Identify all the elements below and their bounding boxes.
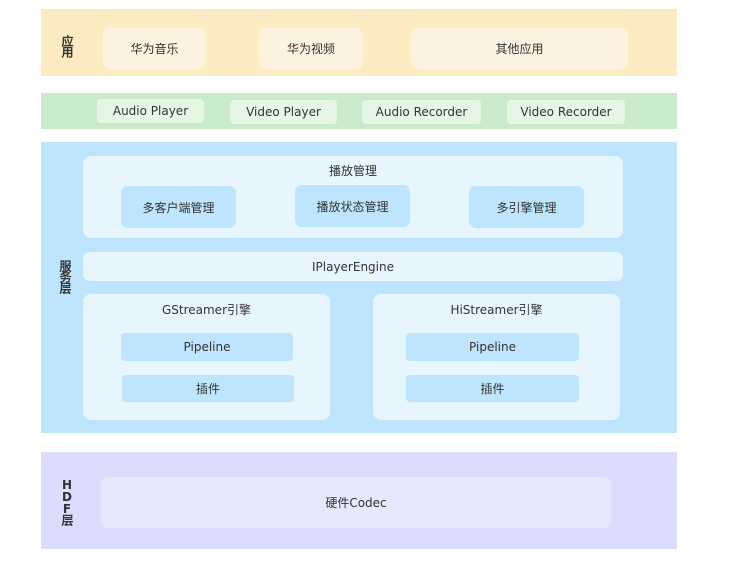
video-player-box: Video Player (230, 100, 337, 124)
app-huawei-music: 华为音乐 (103, 28, 206, 69)
gstreamer-engine-panel: GStreamer引擎 Pipeline 插件 (83, 294, 330, 420)
hdf-layer-label: HDF层 (60, 478, 74, 524)
playback-management-title: 播放管理 (328, 164, 377, 178)
application-layer: 应用 华为音乐 华为视频 其他应用 (41, 9, 677, 76)
playback-state-management-box: 播放状态管理 (295, 185, 410, 227)
application-layer-label: 应用 (60, 35, 74, 57)
audio-player-box: Audio Player (97, 99, 204, 123)
framework-layer: Audio Player Video Player Audio Recorder… (41, 93, 677, 129)
histreamer-plugin-box: 插件 (406, 375, 579, 402)
service-layer-label: 服务层 (58, 260, 72, 293)
histreamer-engine-panel: HiStreamer引擎 Pipeline 插件 (373, 294, 620, 420)
gstreamer-plugin-box: 插件 (122, 375, 294, 402)
hardware-codec-box: 硬件Codec (101, 477, 611, 528)
playback-management-panel: 播放管理 多客户端管理 播放状态管理 多引擎管理 (83, 156, 623, 238)
video-recorder-box: Video Recorder (507, 100, 625, 124)
hdf-layer: HDF层 硬件Codec (41, 452, 677, 549)
gstreamer-pipeline-box: Pipeline (121, 333, 293, 361)
histreamer-engine-title: HiStreamer引擎 (450, 303, 543, 317)
iplayerengine-box: IPlayerEngine (83, 252, 623, 281)
multi-client-management-box: 多客户端管理 (121, 186, 236, 228)
app-huawei-video: 华为视频 (259, 28, 363, 69)
multi-engine-management-box: 多引擎管理 (469, 186, 584, 228)
app-other-apps: 其他应用 (411, 28, 628, 69)
gstreamer-engine-title: GStreamer引擎 (161, 303, 252, 317)
service-layer: 服务层 播放管理 多客户端管理 播放状态管理 多引擎管理 IPlayerEngi… (41, 142, 677, 433)
audio-recorder-box: Audio Recorder (362, 100, 481, 124)
histreamer-pipeline-box: Pipeline (406, 333, 579, 361)
